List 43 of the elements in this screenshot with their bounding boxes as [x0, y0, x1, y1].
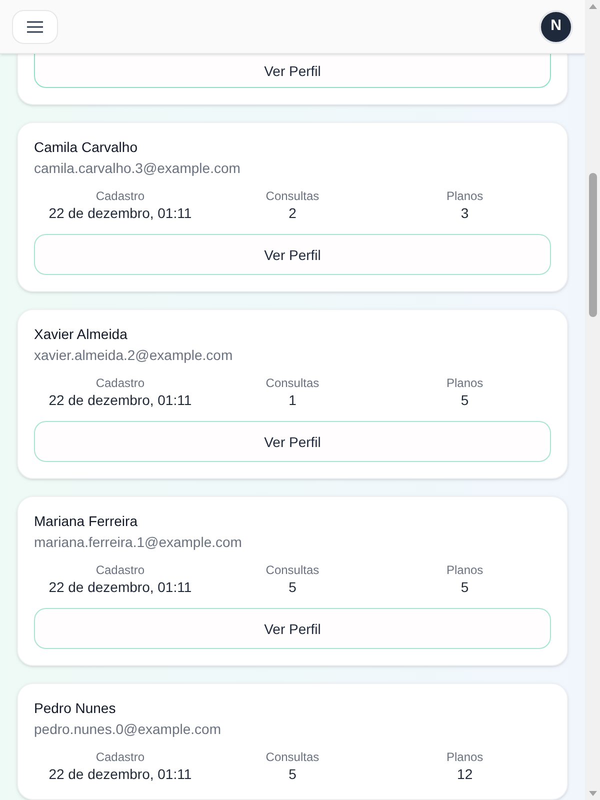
view-profile-button[interactable]: Ver Perfil	[34, 234, 551, 275]
view-profile-button[interactable]: Ver Perfil	[34, 608, 551, 649]
user-email: camila.carvalho.3@example.com	[34, 159, 242, 178]
stat-value: 5	[288, 765, 296, 783]
stat-label: Cadastro	[96, 749, 145, 765]
stat-label: Planos	[446, 375, 484, 391]
stat-label: Consultas	[266, 188, 320, 204]
stat-label: Planos	[446, 749, 484, 765]
scrollbar-thumb[interactable]	[588, 173, 596, 317]
stat-label: Planos	[446, 562, 484, 578]
stat-value: 12	[457, 765, 473, 783]
user-email: xavier.almeida.2@example.com	[34, 346, 234, 365]
stat-value: 5	[460, 391, 469, 409]
scrollbar[interactable]	[585, 0, 600, 800]
stat-value: 22 de dezembro, 01:11	[48, 204, 192, 222]
stat-value: 22 de dezembro, 01:11	[48, 765, 192, 783]
user-name: Pedro Nunes	[34, 699, 117, 718]
stat-label: Cadastro	[96, 375, 145, 391]
scroll-up-icon[interactable]	[588, 4, 596, 9]
stat-value: 3	[460, 204, 469, 222]
user-email: pedro.nunes.0@example.com	[34, 720, 222, 739]
stat-label: Consultas	[266, 749, 320, 765]
user-email: mariana.ferreira.1@example.com	[34, 533, 243, 552]
stat-value: 5	[288, 578, 296, 596]
stat-label: Planos	[446, 188, 484, 204]
menu-button[interactable]	[12, 10, 58, 44]
stat-label: Consultas	[266, 562, 320, 578]
stat-value: 1	[288, 391, 296, 409]
user-name: Xavier Almeida	[34, 325, 128, 344]
stat-value: 5	[460, 578, 469, 596]
user-name: Mariana Ferreira	[34, 512, 138, 531]
scroll-down-icon[interactable]	[588, 791, 596, 796]
stat-label: Cadastro	[96, 188, 145, 204]
stat-value: 22 de dezembro, 01:11	[48, 391, 192, 409]
stat-value: 22 de dezembro, 01:11	[48, 578, 192, 596]
user-avatar[interactable]: N	[539, 10, 573, 44]
view-profile-button[interactable]: Ver Perfil	[34, 421, 551, 462]
stat-label: Consultas	[266, 375, 320, 391]
user-name: Camila Carvalho	[34, 138, 138, 157]
view-profile-button[interactable]: Ver Perfil	[34, 54, 551, 88]
stat-value: 2	[288, 204, 296, 222]
stat-label: Cadastro	[96, 562, 145, 578]
menu-icon	[27, 20, 43, 32]
